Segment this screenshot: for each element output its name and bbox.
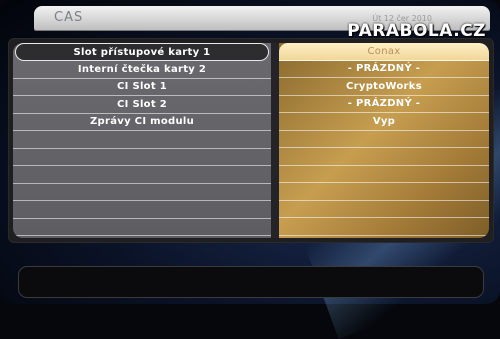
menu-value-column: Conax - PRÁZDNÝ - CryptoWorks - PRÁZDNÝ … bbox=[279, 43, 489, 238]
menu-item-slot-card-1[interactable]: Slot přístupové karty 1 bbox=[15, 43, 269, 61]
menu-item-label: Interní čtečka karty 2 bbox=[77, 63, 207, 75]
menu-item-label: Slot přístupové karty 1 bbox=[73, 46, 211, 58]
menu-value-slot-card-1[interactable]: Conax bbox=[279, 43, 489, 61]
menu-item-value: CryptoWorks bbox=[346, 80, 422, 92]
tv-screen: CAS Út 12 čer 2010 PARABOLA.CZ Slot přís… bbox=[0, 0, 500, 339]
menu-empty-row bbox=[279, 218, 489, 236]
menu-empty-row bbox=[13, 166, 271, 184]
menu-label-column: Slot přístupové karty 1 Interní čtečka k… bbox=[13, 43, 271, 238]
menu-value-internal-reader-2[interactable]: - PRÁZDNÝ - bbox=[279, 61, 489, 78]
menu-empty-row bbox=[279, 201, 489, 218]
menu-empty-row bbox=[13, 131, 271, 149]
menu-item-label: Zprávy CI modulu bbox=[89, 116, 195, 128]
menu-value-ci-slot-2[interactable]: - PRÁZDNÝ - bbox=[279, 96, 489, 113]
menu-item-ci-slot-1[interactable]: CI Slot 1 bbox=[13, 79, 271, 96]
menu-value-ci-slot-1[interactable]: CryptoWorks bbox=[279, 78, 489, 96]
menu-item-label: CI Slot 2 bbox=[117, 98, 167, 110]
menu-empty-row bbox=[279, 166, 489, 183]
menu-empty-row bbox=[13, 184, 271, 201]
menu-value-ci-messages[interactable]: Vyp bbox=[279, 113, 489, 131]
menu-item-value: - PRÁZDNÝ - bbox=[347, 63, 421, 75]
menu-empty-row bbox=[279, 183, 489, 201]
menu-item-value: Conax bbox=[367, 45, 401, 57]
menu-item-internal-reader-2[interactable]: Interní čtečka karty 2 bbox=[13, 61, 271, 79]
menu-empty-row bbox=[279, 131, 489, 148]
menu-item-ci-messages[interactable]: Zprávy CI modulu bbox=[13, 114, 271, 131]
cas-menu-panel: Slot přístupové karty 1 Interní čtečka k… bbox=[8, 38, 494, 243]
column-divider bbox=[271, 43, 279, 238]
menu-empty-row bbox=[13, 201, 271, 219]
menu-item-label: CI Slot 1 bbox=[117, 81, 167, 93]
menu-item-value: - PRÁZDNÝ - bbox=[347, 98, 421, 110]
menu-item-value: Vyp bbox=[372, 115, 396, 127]
menu-empty-row bbox=[279, 148, 489, 166]
menu-empty-row bbox=[13, 149, 271, 166]
menu-empty-row bbox=[13, 219, 271, 236]
info-message-box bbox=[18, 266, 484, 298]
page-title: CAS bbox=[54, 10, 84, 25]
menu-item-ci-slot-2[interactable]: CI Slot 2 bbox=[13, 96, 271, 114]
